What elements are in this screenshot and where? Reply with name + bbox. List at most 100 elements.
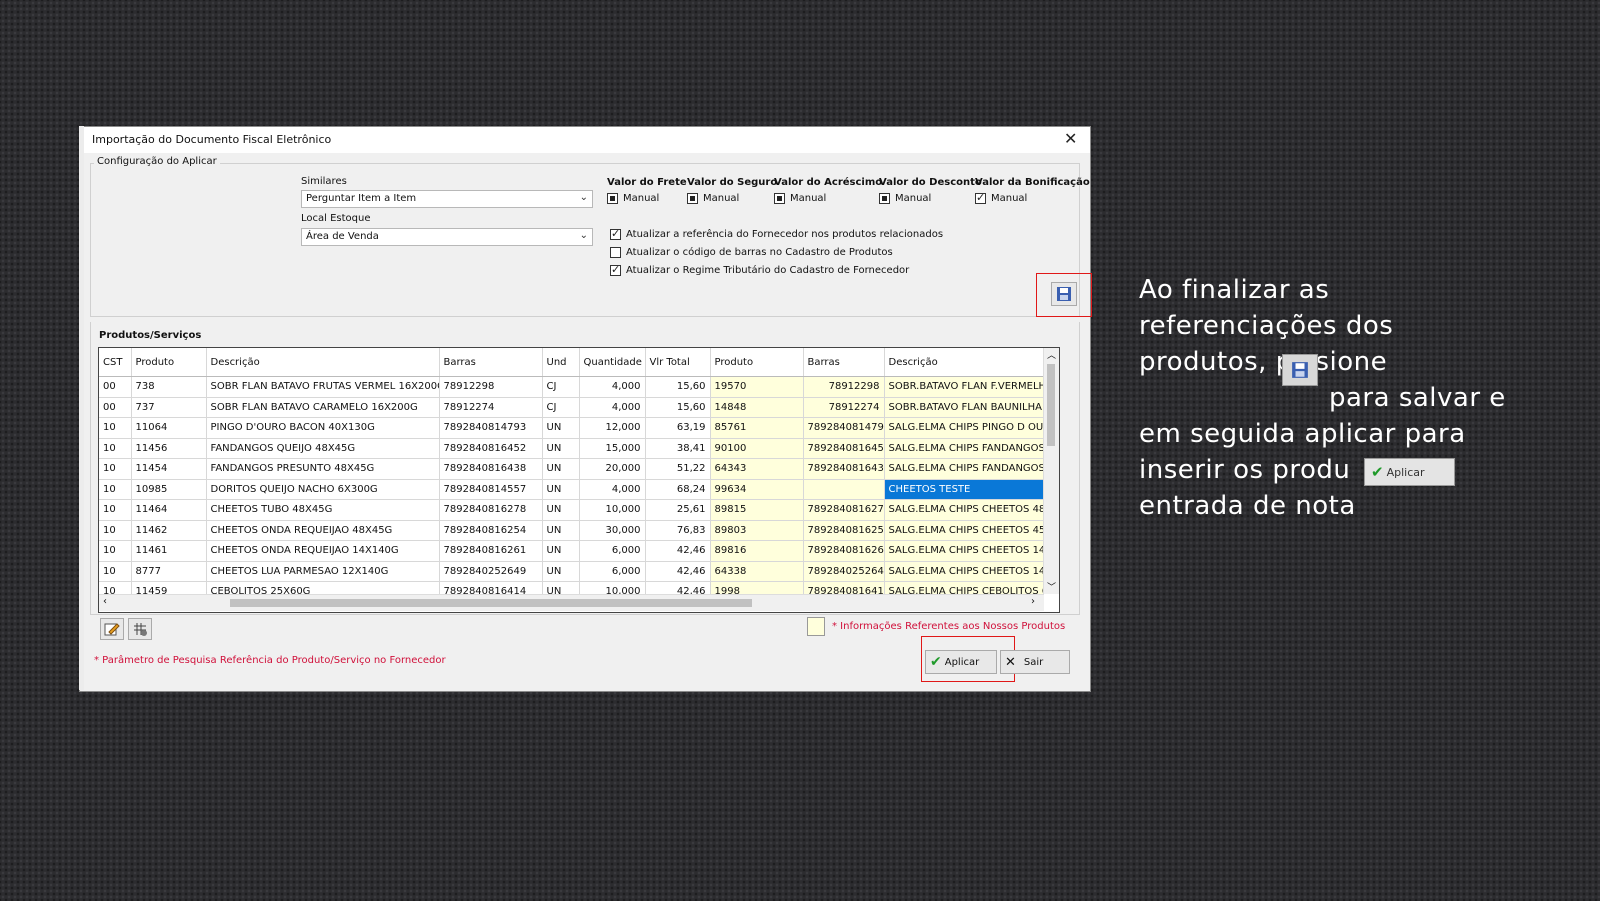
- option-atualizar-regime[interactable]: Atualizar o Regime Tributário do Cadastr…: [610, 263, 909, 276]
- horizontal-scrollbar[interactable]: ‹ ›: [99, 594, 1044, 611]
- table-cell[interactable]: SALG.ELMA CHIPS PINGO D OUR: [884, 417, 1044, 439]
- table-cell[interactable]: 7892840816278: [803, 499, 885, 521]
- table-cell[interactable]: 4,000: [579, 479, 646, 500]
- scroll-left-icon[interactable]: ‹: [103, 596, 107, 607]
- grid-settings-button[interactable]: [128, 618, 152, 640]
- atualizar-regime-checkbox[interactable]: [610, 263, 621, 276]
- table-cell[interactable]: 7892840252649: [439, 561, 543, 582]
- table-cell[interactable]: 42,46: [645, 561, 711, 582]
- option-atualizar-referencia[interactable]: Atualizar a referência do Fornecedor nos…: [610, 227, 943, 240]
- aplicar-button[interactable]: ✔ Aplicar: [925, 650, 997, 674]
- table-cell[interactable]: 7892840814557: [439, 479, 543, 500]
- table-cell[interactable]: 51,22: [645, 458, 711, 480]
- atualizar-barras-checkbox[interactable]: [610, 247, 621, 258]
- table-cell[interactable]: SOBR FLAN BATAVO FRUTAS VERMEL 16X200G: [206, 376, 440, 398]
- close-icon[interactable]: ✕: [1064, 129, 1077, 148]
- save-button[interactable]: [1051, 282, 1077, 306]
- table-cell[interactable]: 11461: [131, 540, 207, 562]
- table-cell[interactable]: 68,24: [645, 479, 711, 500]
- table-cell[interactable]: 10: [99, 561, 132, 582]
- table-cell[interactable]: FANDANGOS QUEIJO 48X45G: [206, 438, 440, 459]
- table-row[interactable]: 10 11064 PINGO D'OURO BACON 40X130G 7892840…: [99, 417, 1044, 439]
- valor-frete-checkbox[interactable]: [607, 193, 618, 204]
- table-cell[interactable]: UN: [542, 540, 580, 562]
- table-cell[interactable]: 89803: [710, 520, 804, 541]
- table-cell[interactable]: 11462: [131, 520, 207, 541]
- table-cell[interactable]: 7892840816452: [803, 438, 885, 459]
- table-cell[interactable]: 10985: [131, 479, 207, 500]
- table-cell[interactable]: 11064: [131, 417, 207, 439]
- table-cell[interactable]: 10: [99, 417, 132, 439]
- table-cell[interactable]: 15,000: [579, 438, 646, 459]
- table-cell[interactable]: 42,46: [645, 540, 711, 562]
- col-header-nossa-descricao[interactable]: Descrição: [884, 348, 1044, 377]
- table-cell[interactable]: CHEETOS LUA PARMESAO 12X140G: [206, 561, 440, 582]
- table-cell[interactable]: 38,41: [645, 438, 711, 459]
- table-cell[interactable]: SALG.ELMA CHIPS FANDANGOS 4: [884, 458, 1044, 480]
- table-cell[interactable]: UN: [542, 520, 580, 541]
- table-cell[interactable]: 10: [99, 499, 132, 521]
- table-cell[interactable]: 76,83: [645, 520, 711, 541]
- table-cell[interactable]: SALG.ELMA CHIPS CHEETOS 45G: [884, 520, 1044, 541]
- products-grid[interactable]: CST Produto Descrição Barras Und Quantid…: [98, 347, 1060, 613]
- table-cell[interactable]: 78912274: [803, 397, 885, 418]
- horizontal-scroll-thumb[interactable]: [230, 599, 752, 607]
- table-cell[interactable]: 99634: [710, 479, 804, 500]
- table-cell[interactable]: PINGO D'OURO BACON 40X130G: [206, 417, 440, 439]
- table-cell[interactable]: 15,60: [645, 397, 711, 418]
- scroll-up-icon[interactable]: ︿: [1047, 348, 1056, 361]
- table-row[interactable]: 10 11462 CHEETOS ONDA REQUEIJAO 48X45G 7892…: [99, 520, 1044, 541]
- table-cell[interactable]: UN: [542, 499, 580, 521]
- table-cell[interactable]: SALG.ELMA CHIPS FANDANGOS 4: [884, 438, 1044, 459]
- table-cell[interactable]: 11456: [131, 438, 207, 459]
- table-cell[interactable]: 14848: [710, 397, 804, 418]
- table-cell[interactable]: DORITOS QUEIJO NACHO 6X300G: [206, 479, 440, 500]
- col-header-vlr-total[interactable]: Vlr Total: [645, 348, 711, 377]
- table-cell[interactable]: 78912274: [439, 397, 543, 418]
- col-header-descricao[interactable]: Descrição: [206, 348, 440, 377]
- table-cell[interactable]: 7892840814793: [439, 417, 543, 439]
- table-cell[interactable]: 7892840816438: [803, 458, 885, 480]
- col-header-nosso-produto[interactable]: Produto: [710, 348, 804, 377]
- table-cell[interactable]: SALG.ELMA CHIPS CHEETOS 140: [884, 540, 1044, 562]
- table-cell[interactable]: FANDANGOS PRESUNTO 48X45G: [206, 458, 440, 480]
- valor-acrescimo-checkbox[interactable]: [774, 193, 785, 204]
- table-cell[interactable]: CJ: [542, 376, 580, 398]
- valor-desconto-checkbox[interactable]: [879, 193, 890, 204]
- table-cell[interactable]: UN: [542, 417, 580, 439]
- atualizar-referencia-checkbox[interactable]: [610, 227, 621, 240]
- valor-seguro-checkbox[interactable]: [687, 193, 698, 204]
- table-row[interactable]: 10 10985 DORITOS QUEIJO NACHO 6X300G 789284…: [99, 479, 1044, 500]
- table-cell[interactable]: 7892840816254: [803, 520, 885, 541]
- table-cell[interactable]: 19570: [710, 376, 804, 398]
- scroll-down-icon[interactable]: ﹀: [1047, 580, 1056, 593]
- table-cell[interactable]: 15,60: [645, 376, 711, 398]
- table-row[interactable]: 10 8777 CHEETOS LUA PARMESAO 12X140G 789284…: [99, 561, 1044, 582]
- col-header-und[interactable]: Und: [542, 348, 580, 377]
- scroll-right-icon[interactable]: ›: [1031, 596, 1035, 607]
- table-cell[interactable]: SOBR.BATAVO FLAN F.VERMELHA: [884, 376, 1044, 398]
- table-cell[interactable]: CHEETOS ONDA REQUEIJAO 14X140G: [206, 540, 440, 562]
- table-cell[interactable]: 737: [131, 397, 207, 418]
- table-cell[interactable]: 10: [99, 520, 132, 541]
- table-cell[interactable]: CHEETOS TESTE: [884, 479, 1044, 500]
- table-cell[interactable]: 89816: [710, 540, 804, 562]
- table-cell[interactable]: 7892840816261: [803, 540, 885, 562]
- edit-button[interactable]: [100, 618, 124, 640]
- table-cell[interactable]: 30,000: [579, 520, 646, 541]
- col-header-nosso-barras[interactable]: Barras: [803, 348, 885, 377]
- table-cell[interactable]: 12,000: [579, 417, 646, 439]
- valor-bonificacao-checkbox[interactable]: [975, 191, 986, 204]
- table-cell[interactable]: 4,000: [579, 397, 646, 418]
- table-cell[interactable]: 7892840816452: [439, 438, 543, 459]
- table-cell[interactable]: 7892840816254: [439, 520, 543, 541]
- table-cell[interactable]: 738: [131, 376, 207, 398]
- vertical-scrollbar[interactable]: ︿ ﹀: [1043, 348, 1059, 594]
- table-cell[interactable]: 10: [99, 540, 132, 562]
- sair-button[interactable]: ✕ Sair: [1000, 650, 1070, 674]
- table-cell[interactable]: 10: [99, 479, 132, 500]
- table-cell[interactable]: 7892840814793: [803, 417, 885, 439]
- table-cell[interactable]: 7892840252649: [803, 561, 885, 582]
- table-row[interactable]: 10 11454 FANDANGOS PRESUNTO 48X45G 78928408…: [99, 458, 1044, 480]
- table-row[interactable]: 10 11464 CHEETOS TUBO 48X45G 7892840816278 U…: [99, 499, 1044, 521]
